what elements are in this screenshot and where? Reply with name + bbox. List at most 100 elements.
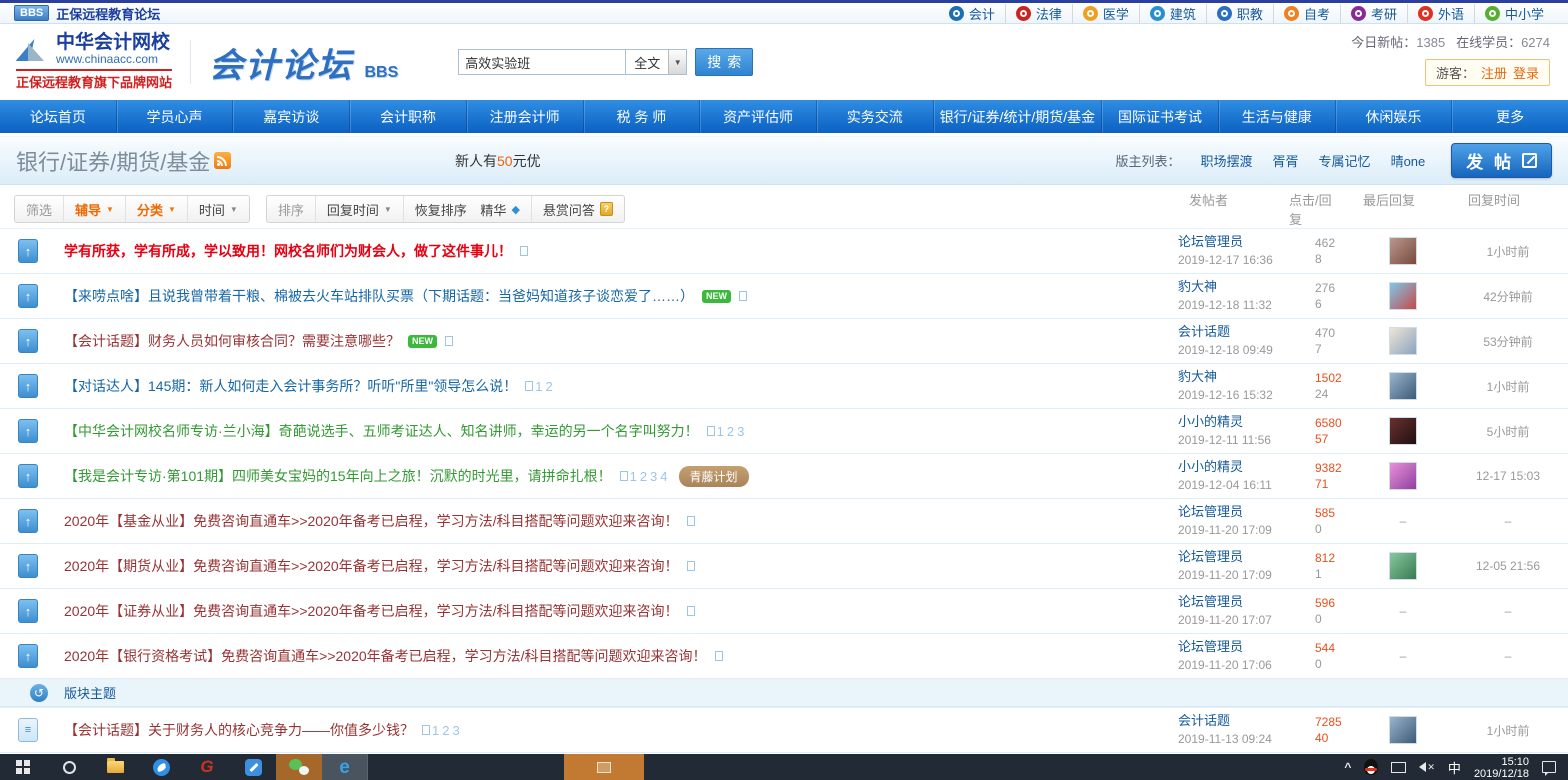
portal-link[interactable]: 法律: [1004, 3, 1072, 23]
sort-replytime-dropdown[interactable]: 回复时间 ▼: [314, 196, 403, 222]
thread-tag-badge[interactable]: 青藤计划: [678, 465, 749, 487]
promo-text[interactable]: 新人有50元优: [455, 151, 541, 171]
nav-item[interactable]: 嘉宾访谈: [232, 100, 349, 133]
last-reply-avatar[interactable]: [1389, 417, 1417, 445]
thread-author-link[interactable]: 小小的精灵: [1178, 459, 1273, 475]
thread-page-links[interactable]: 12: [525, 379, 555, 394]
login-link[interactable]: 登录: [1513, 63, 1539, 82]
filter-time-dropdown[interactable]: 时间 ▼: [186, 196, 249, 222]
thread-title-link[interactable]: 【会计话题】关于财务人的核心竞争力——你值多少钱？: [64, 720, 414, 740]
thread-page-links[interactable]: [520, 246, 530, 256]
thread-author-link[interactable]: 论坛管理员: [1178, 504, 1273, 520]
last-reply-avatar[interactable]: [1389, 237, 1417, 265]
chevron-up-icon[interactable]: ^: [1344, 760, 1351, 774]
search-scope-select[interactable]: 全文 ▼: [626, 49, 688, 75]
start-button[interactable]: [0, 754, 46, 780]
chevron-down-icon[interactable]: ▼: [668, 50, 687, 74]
thread-title-link[interactable]: 2020年【证券从业】免费咨询直通车>>2020年备考已启程，学习方法/科目搭配…: [64, 601, 679, 621]
nav-item[interactable]: 资产评估师: [699, 100, 816, 133]
register-link[interactable]: 注册: [1481, 63, 1507, 82]
nav-item[interactable]: 税 务 师: [582, 100, 700, 133]
thread-page-links[interactable]: [686, 606, 697, 616]
thread-page-links[interactable]: [686, 561, 697, 571]
filter-tutoring-dropdown[interactable]: 辅导 ▼: [63, 196, 125, 222]
nav-item[interactable]: 学员心声: [115, 100, 233, 133]
wechat-button[interactable]: [276, 754, 322, 780]
qq-icon[interactable]: [1364, 759, 1379, 775]
flashing-app-button[interactable]: [564, 754, 644, 780]
thread-page-links[interactable]: [714, 651, 725, 661]
thread-page-links[interactable]: [739, 291, 749, 301]
edge-button[interactable]: e: [322, 754, 368, 780]
last-reply-avatar[interactable]: [1389, 282, 1417, 310]
thread-title-link[interactable]: 【对话达人】145期：新人如何走入会计事务所？听听"所里"领导怎么说！: [64, 376, 517, 396]
nav-item[interactable]: 更多: [1451, 100, 1568, 133]
nav-item[interactable]: 国际证书考试: [1101, 100, 1218, 133]
moderator-link[interactable]: 职场摆渡: [1201, 151, 1253, 170]
nav-item[interactable]: 论坛首页: [0, 100, 116, 133]
nav-item[interactable]: 实务交流: [815, 100, 933, 133]
thread-title-link[interactable]: 学有所获，学有所成，学以致用！网校名师们为财会人，做了这件事儿！: [64, 241, 512, 261]
portal-link[interactable]: 中小学: [1473, 3, 1554, 23]
portal-link[interactable]: 建筑: [1138, 3, 1206, 23]
thread-title-link[interactable]: 【来唠点啥】且说我曾带着干粮、棉被去火车站排队买票（下期话题：当爸妈知道孩子谈恋…: [64, 286, 694, 306]
thread-author-link[interactable]: 豹大神: [1178, 369, 1273, 385]
thread-title-link[interactable]: 2020年【基金从业】免费咨询直通车>>2020年备考已启程，学习方法/科目搭配…: [64, 511, 679, 531]
thread-page-links[interactable]: 123: [706, 424, 748, 439]
thread-author-link[interactable]: 论坛管理员: [1178, 234, 1273, 250]
nav-item[interactable]: 休闲娱乐: [1334, 100, 1452, 133]
thread-author-link[interactable]: 论坛管理员: [1178, 549, 1273, 565]
portal-link[interactable]: 职教: [1205, 3, 1273, 23]
restore-sort-button[interactable]: 恢复排序 精华 ◆: [402, 196, 531, 222]
thread-author-link[interactable]: 论坛管理员: [1178, 594, 1273, 610]
volume-muted-icon[interactable]: ✕: [1419, 762, 1435, 773]
thread-author-link[interactable]: 小小的精灵: [1178, 414, 1273, 430]
new-post-button[interactable]: 发 帖: [1451, 143, 1552, 178]
file-explorer-button[interactable]: [92, 754, 138, 780]
thread-page-links[interactable]: 123: [422, 723, 463, 738]
thread-title-link[interactable]: 2020年【期货从业】免费咨询直通车>>2020年备考已启程，学习方法/科目搭配…: [64, 556, 679, 576]
thread-title-link[interactable]: 【会计话题】财务人员如何审核合同？需要注意哪些？: [64, 331, 400, 351]
last-reply-avatar[interactable]: [1389, 327, 1417, 355]
nav-item[interactable]: 银行/证券/统计/期货/基金: [932, 100, 1102, 133]
notification-icon[interactable]: [1542, 761, 1556, 776]
thread-page-links[interactable]: 1234: [619, 469, 671, 484]
taskbar-clock[interactable]: 15:10 2019/12/18: [1474, 754, 1529, 780]
portal-link[interactable]: 考研: [1339, 3, 1407, 23]
g-app-button[interactable]: G: [184, 754, 230, 780]
search-button[interactable]: 搜索: [695, 48, 754, 76]
moderator-link[interactable]: 胥胥: [1273, 151, 1299, 170]
portal-link[interactable]: 外语: [1406, 3, 1474, 23]
portal-link[interactable]: 自考: [1272, 3, 1340, 23]
portal-link[interactable]: 医学: [1071, 3, 1139, 23]
portal-link[interactable]: 会计: [939, 4, 1005, 23]
thread-author-link[interactable]: 会计话题: [1178, 713, 1273, 729]
moderator-link[interactable]: 晴one: [1391, 151, 1426, 170]
thread-title-link[interactable]: 【我是会计专访·第101期】四师美女宝妈的15年向上之旅！沉默的时光里，请拼命扎…: [64, 466, 612, 486]
last-reply-avatar[interactable]: [1389, 372, 1417, 400]
thread-title-link[interactable]: 2020年【银行资格考试】免费咨询直通车>>2020年备考已启程，学习方法/科目…: [64, 646, 707, 666]
thread-title-link[interactable]: 【中华会计网校名师专访·兰小海】奇葩说选手、五师考证达人、知名讲师，幸运的另一个…: [64, 421, 699, 441]
thread-page-links[interactable]: [445, 336, 455, 346]
nav-item[interactable]: 注册会计师: [465, 100, 583, 133]
nav-item[interactable]: 会计职称: [349, 100, 466, 133]
display-icon[interactable]: [1391, 761, 1407, 773]
last-reply-avatar[interactable]: [1389, 716, 1417, 744]
last-reply-avatar[interactable]: [1389, 552, 1417, 580]
site-logo[interactable]: 中华会计网校 www.chinaacc.com 正保远程教育旗下品牌网站: [15, 33, 173, 91]
cortana-search-button[interactable]: [46, 754, 92, 780]
filter-category-dropdown[interactable]: 分类 ▼: [124, 196, 187, 222]
rss-icon[interactable]: [214, 152, 232, 169]
thread-author-link[interactable]: 会计话题: [1178, 324, 1273, 340]
dingtalk-button[interactable]: [138, 754, 184, 780]
last-reply-avatar[interactable]: [1389, 462, 1417, 490]
moderator-link[interactable]: 专属记忆: [1319, 151, 1371, 170]
ime-indicator[interactable]: 中: [1448, 758, 1461, 777]
digest-link[interactable]: 精华: [480, 200, 506, 219]
thread-author-link[interactable]: 论坛管理员: [1178, 639, 1273, 655]
bounty-qa-button[interactable]: 悬赏问答?: [530, 196, 624, 222]
notes-app-button[interactable]: [230, 754, 276, 780]
search-input[interactable]: [458, 49, 627, 75]
nav-item[interactable]: 生活与健康: [1217, 100, 1335, 133]
thread-author-link[interactable]: 豹大神: [1178, 279, 1273, 295]
